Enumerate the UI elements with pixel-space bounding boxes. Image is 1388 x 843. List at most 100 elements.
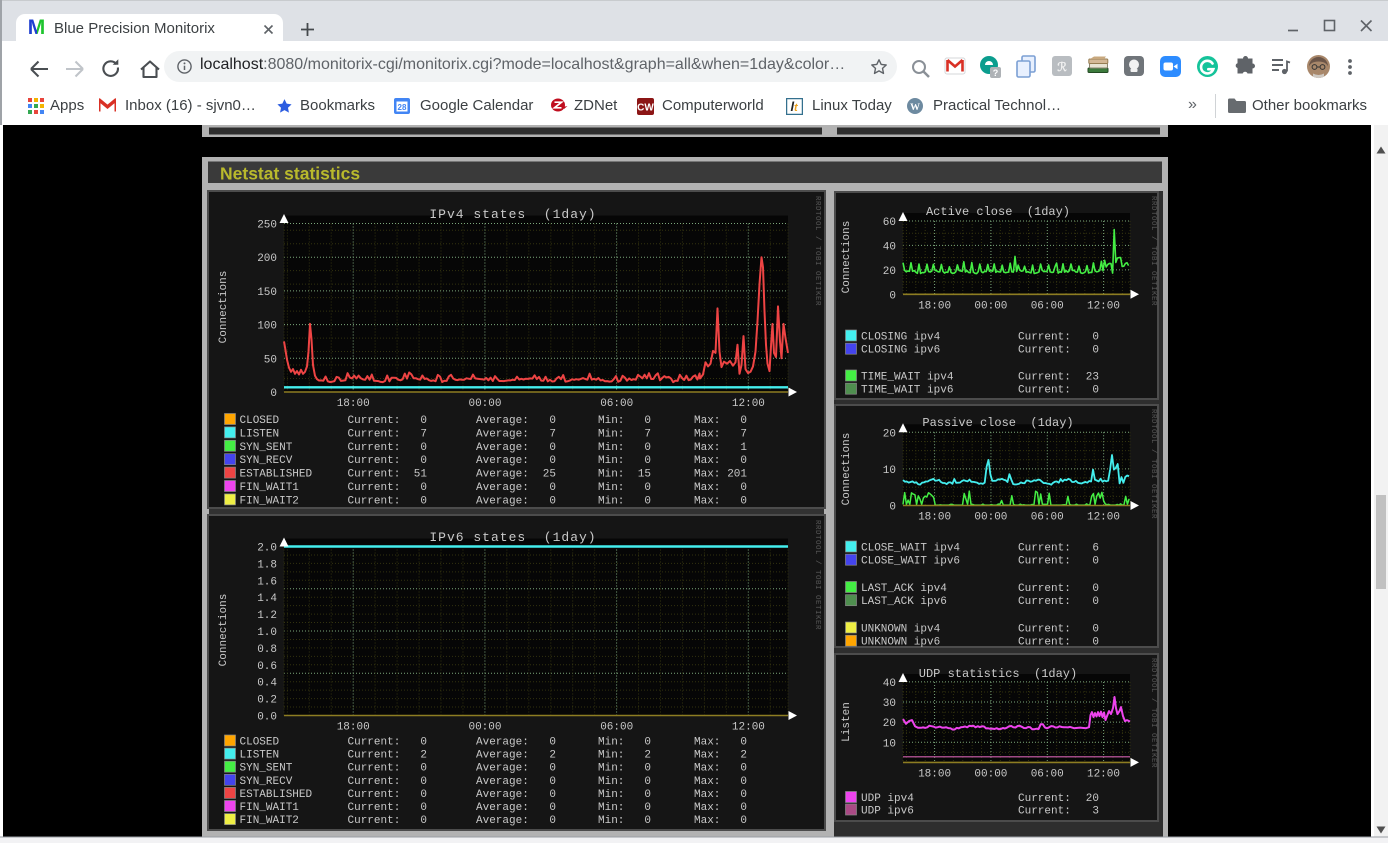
svg-text:12:00: 12:00 xyxy=(732,398,765,410)
svg-text:Current:: Current: xyxy=(348,442,401,454)
svg-text:Average:: Average: xyxy=(476,737,529,749)
svg-text:06:00: 06:00 xyxy=(600,398,633,410)
svg-text:IPv4 states (1day): IPv4 states (1day) xyxy=(429,207,596,222)
svg-text:28: 28 xyxy=(398,103,407,112)
svg-text:Average:: Average: xyxy=(476,815,529,827)
svg-text:00:00: 00:00 xyxy=(974,512,1007,524)
svg-text:RRDTOOL / TOBI OETIKER: RRDTOOL / TOBI OETIKER xyxy=(1149,409,1157,519)
svg-text:00:00: 00:00 xyxy=(974,301,1007,313)
svg-text:SYN_SENT: SYN_SENT xyxy=(240,763,293,775)
svg-text:Average:: Average: xyxy=(476,750,529,762)
svg-text:Current:: Current: xyxy=(348,815,401,827)
svg-text:06:00: 06:00 xyxy=(1031,301,1064,313)
svg-text:6: 6 xyxy=(1092,543,1099,555)
svg-text:LISTEN: LISTEN xyxy=(240,750,280,762)
svg-text:200: 200 xyxy=(257,253,277,265)
svg-text:Connections: Connections xyxy=(841,433,853,506)
svg-text:30: 30 xyxy=(883,698,896,710)
svg-text:0.4: 0.4 xyxy=(257,678,277,690)
svg-text:CLOSING ipv4: CLOSING ipv4 xyxy=(861,332,941,344)
svg-text:Max:: Max: xyxy=(694,482,720,494)
svg-text:0: 0 xyxy=(549,763,556,775)
svg-text:0: 0 xyxy=(644,763,651,775)
svg-text:0: 0 xyxy=(1092,345,1099,357)
svg-text:Current:: Current: xyxy=(348,802,401,814)
svg-text:18:00: 18:00 xyxy=(918,512,951,524)
svg-text:0: 0 xyxy=(889,290,896,302)
svg-text:Min:: Min: xyxy=(598,763,624,775)
svg-text:20: 20 xyxy=(1086,793,1099,805)
svg-text:0: 0 xyxy=(740,776,747,788)
svg-text:0: 0 xyxy=(1092,624,1099,636)
svg-text:00:00: 00:00 xyxy=(468,398,501,410)
svg-text:CLOSED: CLOSED xyxy=(240,415,280,427)
svg-text:Current:: Current: xyxy=(1018,372,1071,384)
svg-text:0: 0 xyxy=(420,789,427,801)
svg-text:Min:: Min: xyxy=(598,750,624,762)
svg-text:40: 40 xyxy=(883,241,896,253)
svg-text:Active close (1day): Active close (1day) xyxy=(926,205,1070,219)
svg-text:?: ? xyxy=(993,68,999,78)
svg-text:Max:: Max: xyxy=(694,815,720,827)
svg-text:0: 0 xyxy=(740,815,747,827)
svg-text:2.0: 2.0 xyxy=(257,543,277,555)
svg-text:Average:: Average: xyxy=(476,469,529,481)
svg-text:Current:: Current: xyxy=(348,469,401,481)
svg-text:Max:: Max: xyxy=(694,802,720,814)
svg-text:Max:: Max: xyxy=(694,415,720,427)
svg-text:Max:: Max: xyxy=(694,737,720,749)
svg-text:0.6: 0.6 xyxy=(257,661,277,673)
svg-text:0: 0 xyxy=(644,789,651,801)
svg-text:0: 0 xyxy=(420,763,427,775)
svg-text:Current:: Current: xyxy=(1018,596,1071,608)
svg-text:FIN_WAIT1: FIN_WAIT1 xyxy=(240,482,300,494)
svg-text:7: 7 xyxy=(740,428,747,440)
svg-text:06:00: 06:00 xyxy=(1031,512,1064,524)
svg-text:0.8: 0.8 xyxy=(257,644,277,656)
svg-text:Current:: Current: xyxy=(1018,556,1071,568)
svg-text:0: 0 xyxy=(740,737,747,749)
svg-text:0: 0 xyxy=(1092,385,1099,397)
svg-text:Listen: Listen xyxy=(841,702,853,742)
svg-text:UNKNOWN ipv6: UNKNOWN ipv6 xyxy=(861,637,940,649)
svg-text:0: 0 xyxy=(549,776,556,788)
svg-text:ℛ: ℛ xyxy=(1057,60,1067,74)
svg-text:0: 0 xyxy=(1092,556,1099,568)
svg-text:Connections: Connections xyxy=(841,221,853,294)
svg-text:0: 0 xyxy=(549,815,556,827)
svg-text:Current:: Current: xyxy=(348,763,401,775)
svg-text:50: 50 xyxy=(264,354,277,366)
svg-text:Current:: Current: xyxy=(1018,806,1071,818)
svg-text:UDP ipv4: UDP ipv4 xyxy=(861,793,914,805)
svg-text:250: 250 xyxy=(257,220,277,232)
svg-text:0: 0 xyxy=(644,495,651,507)
svg-text:Min:: Min: xyxy=(598,737,624,749)
svg-text:Min:: Min: xyxy=(598,776,624,788)
svg-text:18:00: 18:00 xyxy=(918,769,951,781)
svg-text:CLOSED: CLOSED xyxy=(240,737,280,749)
svg-text:0: 0 xyxy=(644,415,651,427)
svg-text:12:00: 12:00 xyxy=(1087,301,1120,313)
svg-text:0: 0 xyxy=(740,763,747,775)
svg-text:Average:: Average: xyxy=(476,789,529,801)
svg-text:7: 7 xyxy=(549,428,556,440)
svg-text:CLOSING ipv6: CLOSING ipv6 xyxy=(861,345,940,357)
svg-text:Average:: Average: xyxy=(476,455,529,467)
svg-text:Current:: Current: xyxy=(1018,583,1071,595)
svg-text:0: 0 xyxy=(420,815,427,827)
svg-text:20: 20 xyxy=(883,428,896,440)
svg-text:Current:: Current: xyxy=(348,428,401,440)
svg-text:Current:: Current: xyxy=(348,737,401,749)
svg-text:FIN_WAIT1: FIN_WAIT1 xyxy=(240,802,300,814)
svg-text:Max:: Max: xyxy=(694,789,720,801)
svg-text:0: 0 xyxy=(420,737,427,749)
svg-text:Current:: Current: xyxy=(348,776,401,788)
svg-text:0: 0 xyxy=(740,789,747,801)
svg-text:1.8: 1.8 xyxy=(257,559,277,571)
svg-text:RRDTOOL / TOBI OETIKER: RRDTOOL / TOBI OETIKER xyxy=(1149,658,1157,768)
svg-text:0: 0 xyxy=(270,388,277,400)
svg-text:0: 0 xyxy=(549,442,556,454)
svg-text:1.4: 1.4 xyxy=(257,593,277,605)
svg-text:12:00: 12:00 xyxy=(1087,512,1120,524)
svg-text:0: 0 xyxy=(740,802,747,814)
